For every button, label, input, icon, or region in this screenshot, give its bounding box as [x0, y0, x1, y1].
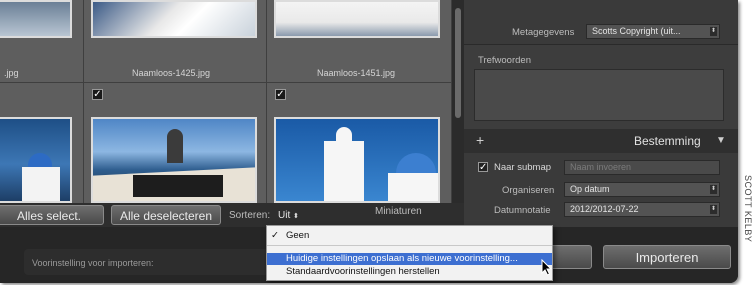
- photo-thumbnail[interactable]: [91, 117, 257, 203]
- thumbnail-filename: Naamloos-1451.jpg: [317, 68, 396, 78]
- import-button[interactable]: Importeren: [603, 245, 731, 269]
- metadata-label: Metagegevens: [512, 27, 575, 38]
- thumbnails-label: Miniaturen: [375, 206, 422, 217]
- preset-label: Voorinstelling voor importeren:: [32, 258, 154, 268]
- photo-thumbnail[interactable]: [274, 117, 440, 203]
- keywords-input[interactable]: [474, 69, 724, 121]
- menu-item-none[interactable]: ✓ Geen: [267, 230, 552, 242]
- plus-icon[interactable]: +: [476, 132, 484, 148]
- destination-title: Bestemming: [634, 134, 701, 148]
- credit-text: SCOTT KELBY: [743, 175, 753, 243]
- checkmark-icon: ✓: [271, 230, 279, 241]
- checkbox-checked[interactable]: ✓: [275, 89, 286, 100]
- menu-item-restore-defaults[interactable]: Standaardvoorinstellingen herstellen: [267, 266, 552, 278]
- thumbnail-filename: .jpg: [4, 68, 19, 78]
- metadata-section: Metagegevens Scotts Copyright (uit... ⬍: [464, 0, 738, 44]
- photo-thumbnail[interactable]: [91, 0, 257, 38]
- subfolder-name-input[interactable]: Naam invoeren: [564, 160, 720, 175]
- metadata-value: Scotts Copyright (uit...: [592, 26, 681, 36]
- building-shape: [22, 167, 60, 201]
- preset-bar[interactable]: Voorinstelling voor importeren:: [24, 249, 304, 275]
- building-shape: [388, 173, 438, 201]
- destination-header[interactable]: + Bestemming ▼: [464, 129, 738, 153]
- grid-scrollbar[interactable]: [452, 0, 464, 227]
- grid-cell[interactable]: [0, 83, 84, 204]
- import-window: .jpg Naamloos-1425.jpg Naamloos-1451.jpg…: [0, 0, 738, 283]
- dropdown-arrow-icon: ⬍: [710, 205, 717, 214]
- metadata-dropdown[interactable]: Scotts Copyright (uit... ⬍: [586, 24, 720, 39]
- umbrella-shape: [167, 129, 183, 163]
- menu-separator: [267, 245, 552, 246]
- sort-stepper-icon: ⬍: [293, 213, 299, 220]
- scrollbar-thumb[interactable]: [455, 8, 461, 118]
- select-all-button[interactable]: Alles select.: [0, 205, 104, 225]
- dropdown-arrow-icon: ⬍: [710, 185, 717, 194]
- subfolder-placeholder: Naam invoeren: [570, 162, 632, 172]
- menu-item-label: Huidige instellingen opslaan als nieuwe …: [286, 253, 518, 264]
- right-panel: Metagegevens Scotts Copyright (uit... ⬍ …: [464, 0, 738, 227]
- keywords-section: Trefwoorden: [464, 44, 738, 129]
- organize-dropdown[interactable]: Op datum ⬍: [564, 182, 720, 197]
- grid-cell[interactable]: Naamloos-1425.jpg: [84, 0, 267, 83]
- destination-section: ✓ Naar submap Naam invoeren Organiseren …: [464, 153, 738, 227]
- date-format-value: 2012/2012-07-22: [570, 204, 639, 214]
- grid-cell[interactable]: ✓: [84, 83, 267, 204]
- organize-label: Organiseren: [502, 185, 555, 196]
- date-format-dropdown[interactable]: 2012/2012-07-22 ⬍: [564, 202, 720, 217]
- subfolder-checkbox[interactable]: ✓: [478, 162, 488, 173]
- grid-cell[interactable]: Naamloos-1451.jpg: [267, 0, 452, 83]
- dropdown-arrow-icon: ⬍: [710, 27, 717, 36]
- furniture-shape: [133, 175, 223, 197]
- subfolder-label: Naar submap: [494, 162, 552, 173]
- preset-dropdown-menu: ✓ Geen Huidige instellingen opslaan als …: [266, 225, 553, 281]
- menu-item-label: Standaardvoorinstellingen herstellen: [286, 266, 440, 277]
- grid-toolbar: Alles select. Alle deselecteren Sorteren…: [0, 203, 464, 227]
- photo-thumbnail[interactable]: [274, 0, 440, 38]
- collapse-triangle-icon[interactable]: ▼: [716, 135, 726, 146]
- organize-value: Op datum: [570, 184, 610, 194]
- deselect-all-button[interactable]: Alle deselecteren: [111, 205, 221, 225]
- dome-shape: [396, 153, 436, 173]
- date-format-label: Datumnotatie: [494, 205, 551, 216]
- checkbox-checked[interactable]: ✓: [92, 89, 103, 100]
- menu-item-save-preset[interactable]: Huidige instellingen opslaan als nieuwe …: [267, 253, 552, 265]
- grid-cell[interactable]: .jpg: [0, 0, 84, 83]
- thumbnail-grid: .jpg Naamloos-1425.jpg Naamloos-1451.jpg…: [0, 0, 452, 204]
- keywords-label: Trefwoorden: [478, 55, 531, 66]
- photo-thumbnail[interactable]: [0, 117, 72, 203]
- bell-tower-shape: [324, 141, 364, 201]
- photo-thumbnail[interactable]: [0, 0, 72, 38]
- photo-credit: SCOTT KELBY: [739, 175, 753, 280]
- thumbnail-filename: Naamloos-1425.jpg: [132, 68, 211, 78]
- sort-value: Uit: [278, 210, 291, 221]
- dome-shape: [28, 153, 52, 167]
- sort-label: Sorteren:: [229, 210, 271, 221]
- mouse-cursor-icon: [541, 259, 553, 276]
- sort-dropdown[interactable]: Uit ⬍: [278, 210, 299, 221]
- menu-item-label: Geen: [286, 230, 310, 241]
- tower-top-shape: [336, 127, 352, 143]
- grid-cell[interactable]: ✓: [267, 83, 452, 204]
